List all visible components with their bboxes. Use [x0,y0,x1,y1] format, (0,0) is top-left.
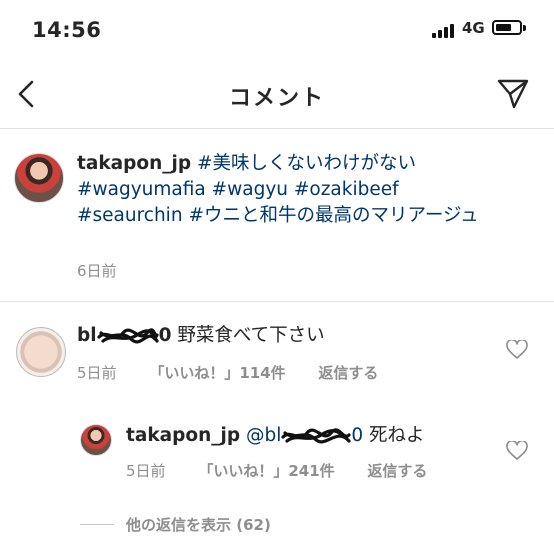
view-more-replies[interactable]: 他の返信を表示 (62) [126,514,271,535]
like-button[interactable] [506,439,528,461]
avatar[interactable] [16,327,66,377]
comment-body: 野菜食べて下さい [177,325,325,346]
hashtag-link[interactable]: #美味しくないわけがない [197,153,416,174]
comment-timestamp: 5日前 [77,364,117,382]
hashtag-link[interactable]: #ウニと和牛の最高のマリアージュ [188,205,478,226]
reply-button[interactable]: 返信する [367,462,427,480]
caption-username[interactable]: takapon_jp [77,153,191,174]
caption-text: takapon_jp #美味しくないわけがない #wagyumafia #wag… [77,151,537,229]
reply-text: takapon_jp @bl 0 死ねよ [126,423,425,449]
comment-username[interactable]: bl 0 [77,325,171,346]
signal-icon [432,24,458,38]
like-button[interactable] [506,338,528,360]
redaction-scribble [96,327,159,345]
heart-icon [506,338,528,359]
share-button[interactable] [496,76,530,110]
network-type: 4G [462,19,485,37]
post-caption: takapon_jp #美味しくないわけがない #wagyumafia #wag… [0,129,554,302]
battery-icon [492,20,522,35]
nav-bar: コメント [0,62,554,129]
battery-tip [523,25,526,31]
page-title: コメント [228,86,325,111]
comment-meta: 5日前 「いいね！」114件 返信する [77,362,406,383]
status-time: 14:56 [32,18,102,42]
hashtag-link[interactable]: #ozakibeef [294,179,399,200]
hashtag-link[interactable]: #wagyu [212,179,288,200]
status-bar: 14:56 4G [0,0,554,60]
divider [80,524,114,525]
avatar[interactable] [80,424,112,456]
reply-timestamp: 5日前 [126,462,166,480]
paper-plane-icon [497,79,529,109]
avatar[interactable] [14,153,64,203]
likes-count[interactable]: 「いいね！」114件 [149,364,285,382]
reply-body: 死ねよ [369,425,425,446]
heart-icon [506,439,528,460]
likes-count[interactable]: 「いいね！」241件 [198,462,334,480]
comment-text: bl 0 野菜食べて下さい [77,323,325,349]
hashtag-link[interactable]: #wagyumafia [77,179,206,200]
caption-timestamp: 6日前 [77,262,117,280]
reply-username[interactable]: takapon_jp [126,425,240,446]
hashtag-link[interactable]: #seaurchin [77,205,183,226]
redaction-scribble [281,427,351,445]
mention-link[interactable]: @bl 0 [246,425,363,446]
reply-button[interactable]: 返信する [318,364,378,382]
reply-meta: 5日前 「いいね！」241件 返信する [126,460,455,481]
